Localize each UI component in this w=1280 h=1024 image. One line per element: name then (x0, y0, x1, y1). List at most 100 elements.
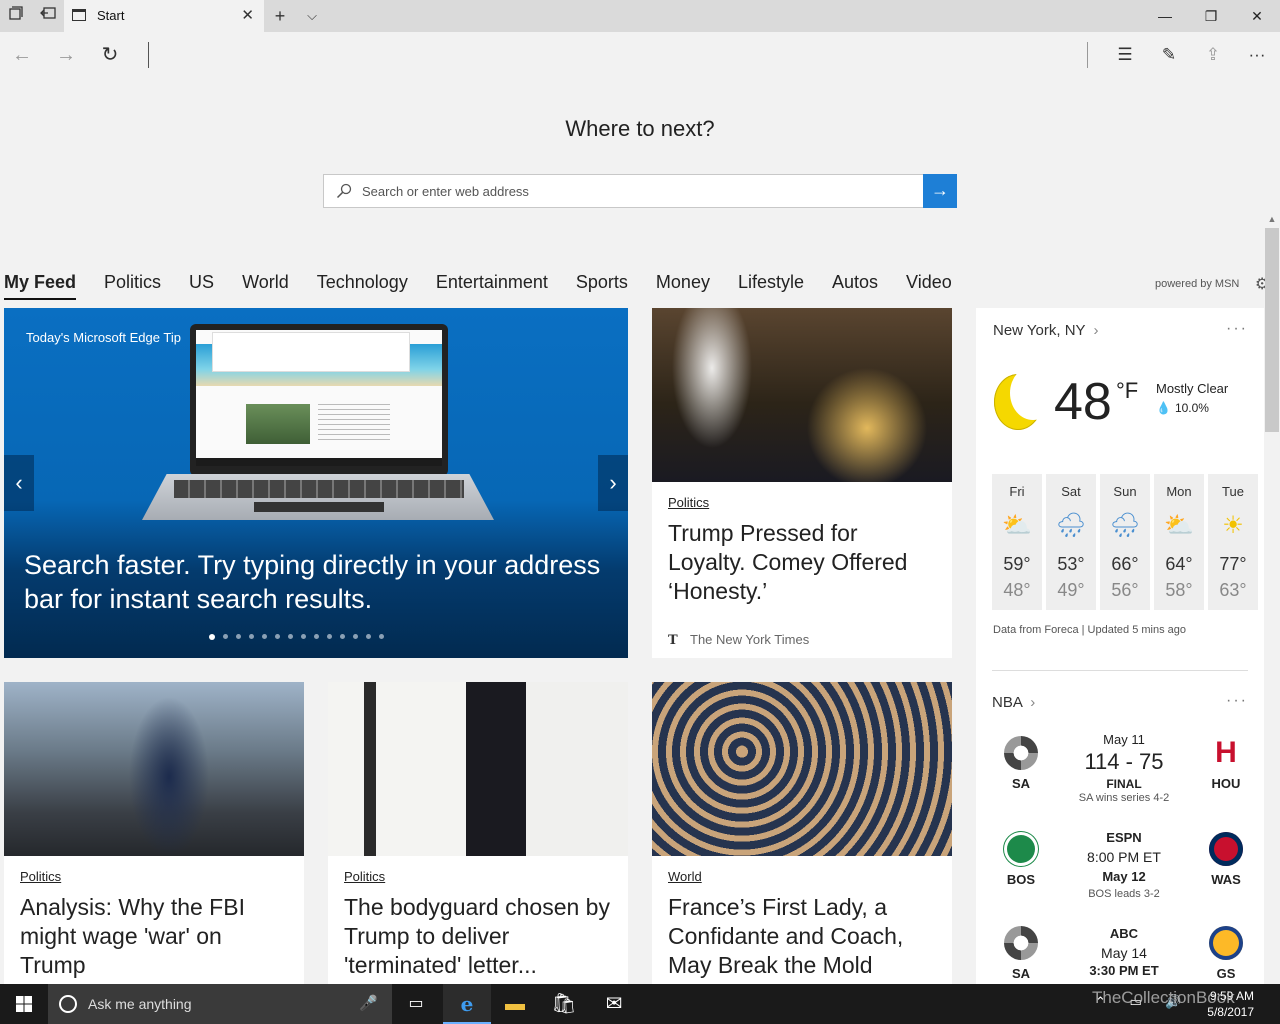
hub-icon[interactable]: ☰ (1111, 42, 1139, 68)
article-title[interactable]: Trump Pressed for Loyalty. Comey Offered… (668, 519, 940, 606)
tab-autos[interactable]: Autos (832, 270, 878, 300)
hero-tip-card[interactable]: Today's Microsoft Edge Tip ‹ › Search fa… (4, 308, 628, 658)
tab-technology[interactable]: Technology (317, 270, 408, 300)
article-category[interactable]: Politics (668, 495, 709, 510)
carousel-dot[interactable] (314, 634, 319, 639)
carousel-dot[interactable] (340, 634, 345, 639)
game-status: FINAL (1106, 777, 1142, 791)
celtics-logo-icon (1004, 832, 1038, 866)
article-category[interactable]: Politics (20, 869, 61, 884)
article-title[interactable]: France’s First Lady, a Confidante and Co… (668, 893, 940, 980)
tab-world[interactable]: World (242, 270, 289, 300)
tab-money[interactable]: Money (656, 270, 710, 300)
close-tab-icon[interactable]: ✕ (241, 6, 254, 24)
carousel-dot[interactable] (275, 634, 280, 639)
forecast-low: 56° (1111, 580, 1139, 600)
article-title[interactable]: The bodyguard chosen by Trump to deliver… (344, 893, 616, 980)
edge-taskbar-icon[interactable]: e (443, 984, 491, 1024)
file-explorer-icon[interactable]: ▬ (491, 984, 539, 1024)
weather-condition: Mostly Clear (1156, 381, 1229, 396)
back-arrow-icon[interactable]: ← (8, 42, 36, 68)
cortana-search-box[interactable]: Ask me anything 🎤 (48, 984, 392, 1024)
weather-source[interactable]: Data from Foreca | Updated 5 mins ago (993, 624, 1186, 636)
forecast-day[interactable]: Mon ⛅ 64° 58° (1154, 474, 1204, 610)
precipitation-value: 10.0% (1174, 401, 1209, 415)
tab-lifestyle[interactable]: Lifestyle (738, 270, 804, 300)
nba-game[interactable]: BOS ESPN 8:00 PM ET May 12 BOS leads 3-2… (976, 830, 1264, 914)
nba-title[interactable]: NBA › (992, 694, 1035, 711)
forecast-day[interactable]: Tue ☀ 77° 63° (1208, 474, 1258, 610)
search-input[interactable] (362, 175, 922, 207)
search-go-button[interactable]: → (923, 174, 957, 208)
forecast-day[interactable]: Fri ⛅ 59° 48° (992, 474, 1042, 610)
tab-manager-icon[interactable] (6, 6, 26, 26)
forecast-day[interactable]: Sun 🌧 66° 56° (1100, 474, 1150, 610)
raindrop-icon: 💧 (1156, 401, 1171, 415)
carousel-dot[interactable] (366, 634, 371, 639)
tab-title: Start (97, 8, 125, 23)
rain-icon: 🌧 (1109, 512, 1141, 539)
laptop-illustration (190, 324, 448, 476)
hero-headline[interactable]: Search faster. Try typing directly in yo… (24, 548, 614, 616)
scrollbar-thumb[interactable] (1265, 228, 1279, 432)
tab-list-chevron-icon[interactable]: ⌵ (302, 6, 322, 26)
start-button[interactable] (0, 984, 48, 1024)
tab-video[interactable]: Video (906, 270, 952, 300)
carousel-dot[interactable] (223, 634, 228, 639)
share-icon[interactable]: ⇪ (1199, 42, 1227, 68)
carousel-dot[interactable] (249, 634, 254, 639)
article-category[interactable]: Politics (344, 869, 385, 884)
web-note-icon[interactable]: ✎ (1155, 42, 1183, 68)
article-image (328, 682, 628, 856)
carousel-dot[interactable] (353, 634, 358, 639)
set-aside-tabs-icon[interactable] (38, 6, 58, 26)
carousel-dot[interactable] (288, 634, 293, 639)
game-info: ESPN 8:00 PM ET May 12 BOS leads 3-2 (1056, 830, 1192, 900)
article-card[interactable]: World France’s First Lady, a Confidante … (652, 682, 952, 984)
carousel-dot[interactable] (236, 634, 241, 639)
carousel-dot[interactable] (327, 634, 332, 639)
carousel-dot[interactable] (379, 634, 384, 639)
tab-politics[interactable]: Politics (104, 270, 161, 300)
carousel-next-icon[interactable]: › (598, 455, 628, 511)
article-card[interactable]: Politics Analysis: Why the FBI might wag… (4, 682, 304, 984)
microphone-icon[interactable]: 🎤 (359, 994, 378, 1012)
new-tab-button[interactable]: + (270, 6, 290, 26)
team-home: BOS (991, 832, 1051, 887)
carousel-dot[interactable] (301, 634, 306, 639)
article-card[interactable]: Politics Trump Pressed for Loyalty. Come… (652, 308, 952, 658)
carousel-dot[interactable] (209, 634, 215, 640)
refresh-icon[interactable]: ↻ (96, 42, 124, 68)
close-window-button[interactable]: ✕ (1242, 4, 1272, 28)
article-card[interactable]: Politics The bodyguard chosen by Trump t… (328, 682, 628, 984)
weather-more-icon[interactable]: ··· (1226, 320, 1248, 338)
carousel-prev-icon[interactable]: ‹ (4, 455, 34, 511)
tab-entertainment[interactable]: Entertainment (436, 270, 548, 300)
mail-icon[interactable]: ✉ (590, 984, 638, 1024)
article-title[interactable]: Analysis: Why the FBI might wage 'war' o… (20, 893, 292, 980)
minimize-button[interactable]: — (1150, 4, 1180, 28)
tab-start[interactable]: Start ✕ (64, 0, 264, 32)
nba-more-icon[interactable]: ··· (1226, 692, 1248, 710)
restore-button[interactable]: ❐ (1196, 4, 1226, 28)
forward-arrow-icon[interactable]: → (52, 42, 80, 68)
article-source: T The New York Times (668, 632, 809, 648)
nba-game[interactable]: SA May 11 114 - 75 FINAL SA wins series … (976, 732, 1264, 818)
temperature-unit[interactable]: °F (1116, 378, 1138, 404)
more-actions-icon[interactable]: ··· (1243, 42, 1271, 68)
tab-us[interactable]: US (189, 270, 214, 300)
weather-location[interactable]: New York, NY › (993, 322, 1098, 339)
carousel-dot[interactable] (262, 634, 267, 639)
scroll-up-arrow-icon[interactable]: ▲ (1265, 214, 1279, 228)
article-category[interactable]: World (668, 869, 702, 884)
task-view-icon[interactable]: ▭ (392, 984, 440, 1024)
game-info: ABC May 14 3:30 PM ET (1056, 926, 1192, 978)
nba-game[interactable]: SA ABC May 14 3:30 PM ET GS (976, 926, 1264, 984)
store-icon[interactable]: 🛍 (540, 984, 588, 1024)
search-box[interactable]: → (323, 174, 957, 208)
tab-sports[interactable]: Sports (576, 270, 628, 300)
address-bar-caret[interactable] (148, 42, 149, 68)
forecast-row: Fri ⛅ 59° 48° Sat 🌧 53° 49° Sun 🌧 66° 56… (992, 474, 1258, 610)
tab-my-feed[interactable]: My Feed (4, 270, 77, 300)
forecast-day[interactable]: Sat 🌧 53° 49° (1046, 474, 1096, 610)
